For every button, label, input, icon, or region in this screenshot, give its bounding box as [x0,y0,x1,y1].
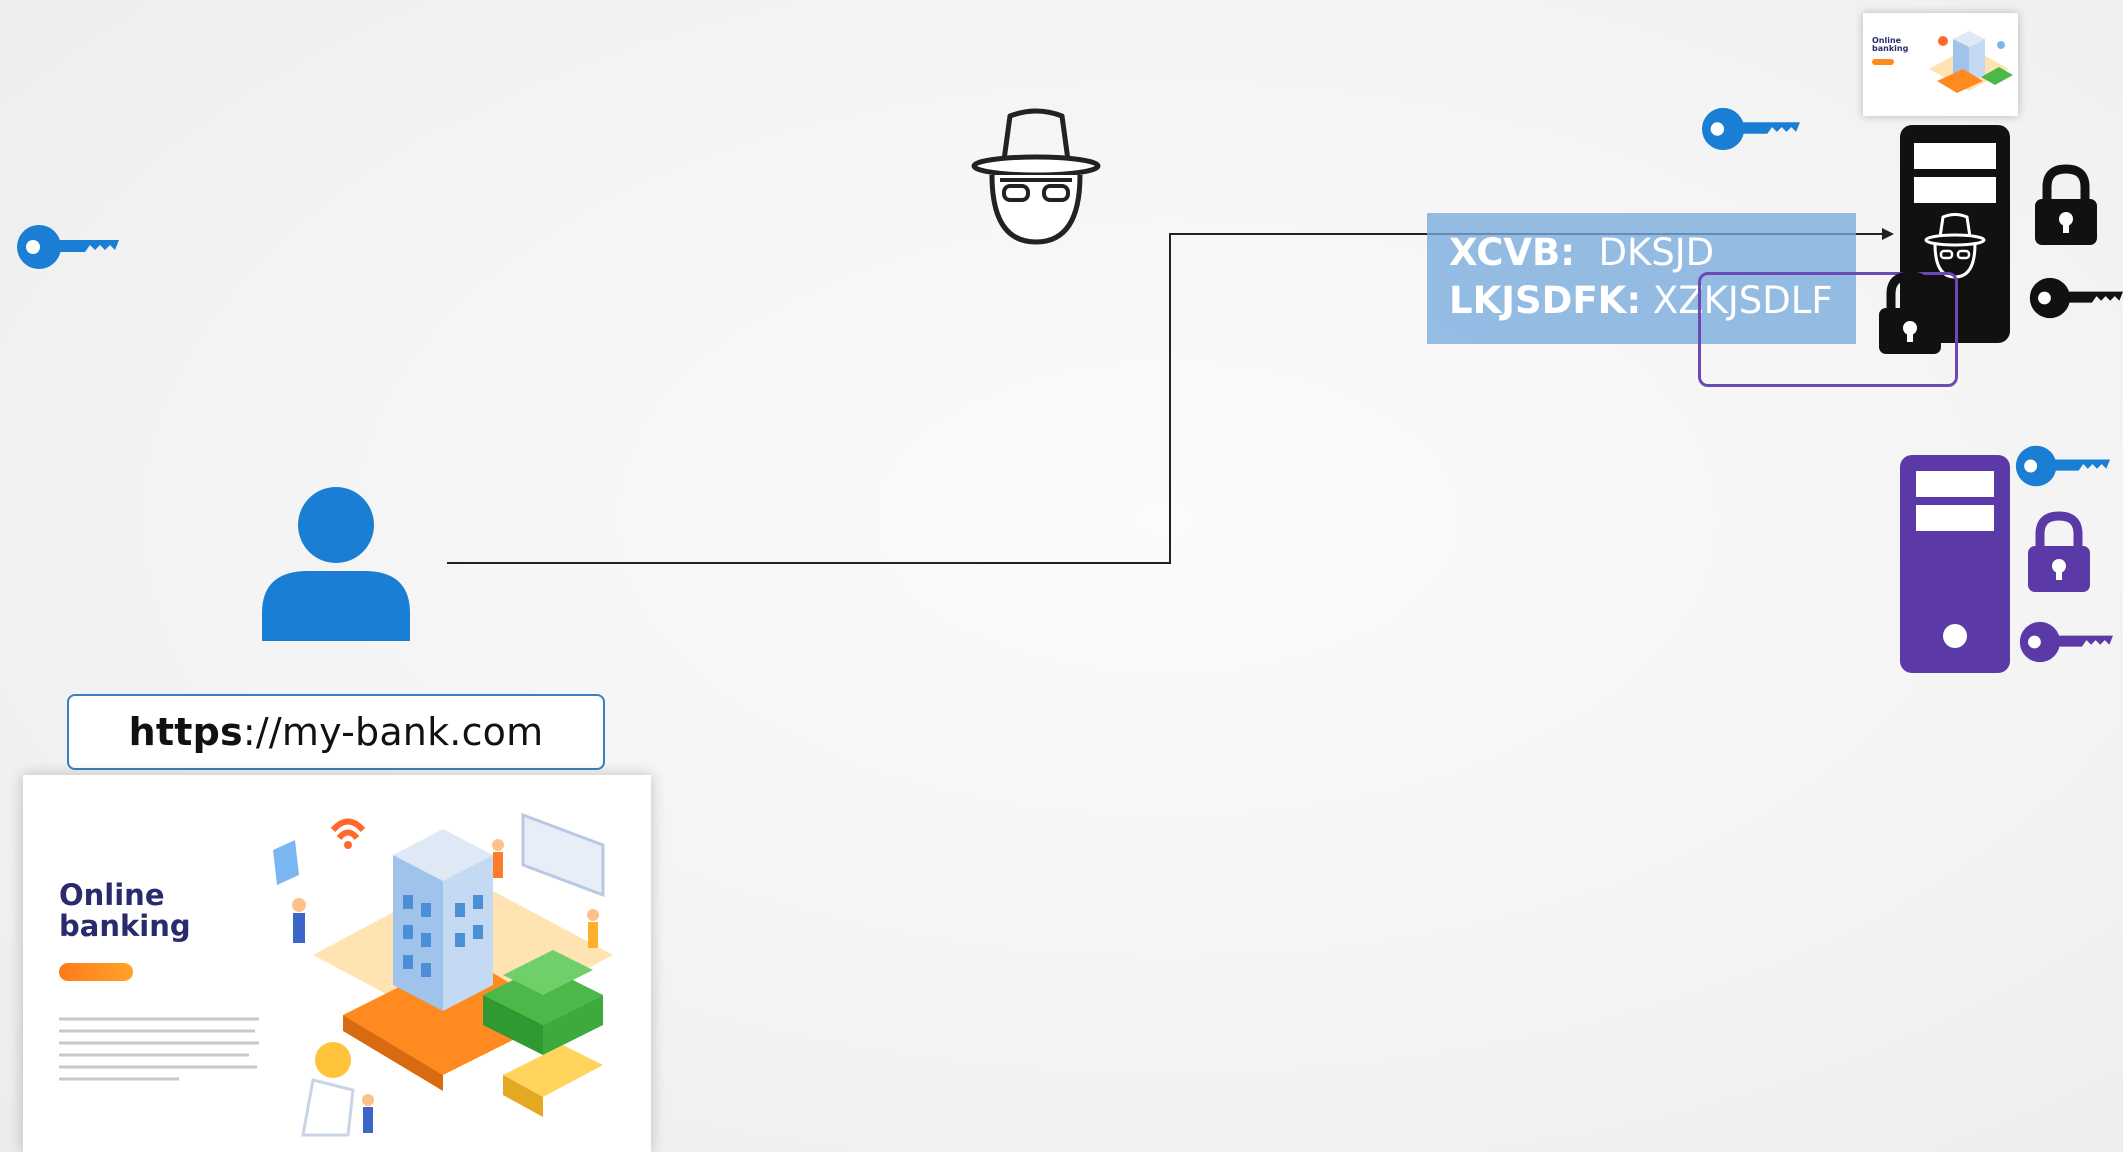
hacker-key-icon [2029,277,2123,319]
hacker-icon [971,108,1101,245]
user-icon [262,487,410,641]
cipher-key-2: LKJSDFK: [1449,279,1642,322]
client-key-icon [17,225,119,269]
url-protocol: https [128,710,243,754]
bank-page-title: Online banking [59,878,191,943]
hacker-padlock-icon [2035,164,2097,245]
thumbnail-illustration [1929,31,2013,93]
address-bar[interactable]: https://my-bank.com [67,694,605,770]
thumbnail-title: Online banking [1872,36,1909,53]
get-started-button[interactable] [59,963,133,981]
body-text-placeholder [59,1017,259,1081]
cipher-value-1: DKSJD [1598,231,1715,274]
server-site-thumbnail: Online banking [1863,13,2018,116]
bank-private-key-icon [2019,621,2113,663]
bank-website-preview: Online banking [23,775,651,1152]
bank-server-icon [1900,455,2010,673]
bank-public-key-icon [2015,445,2110,487]
server-public-key-icon [1702,107,1800,151]
thumbnail-cta [1872,59,1894,65]
banking-illustration [273,812,613,1137]
bank-padlock-icon [2028,511,2090,592]
packet-padlock-icon [1879,271,1941,354]
url-domain: ://my-bank.com [242,710,544,754]
cipher-key-1: XCVB: [1449,231,1575,274]
cipher-row-1: XCVB: DKSJD [1449,229,1856,277]
